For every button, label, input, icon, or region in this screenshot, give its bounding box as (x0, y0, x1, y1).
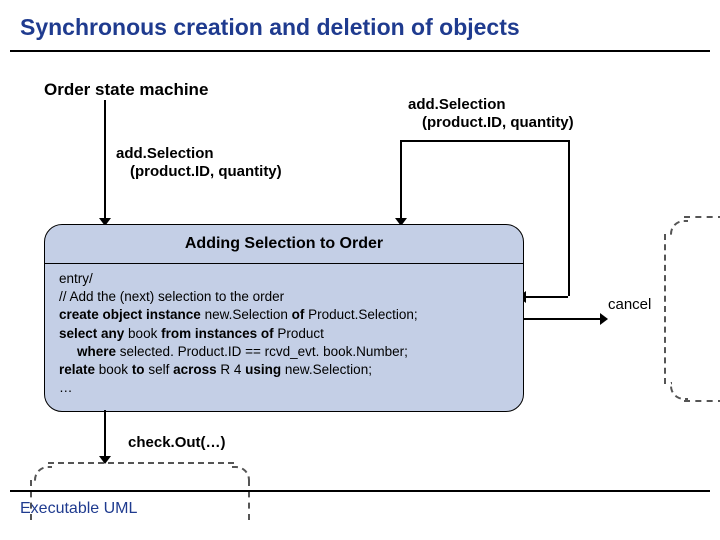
cancel-transition-head (600, 313, 608, 325)
cancel-transition-shaft (524, 318, 604, 320)
page-title: Synchronous creation and deletion of obj… (20, 14, 520, 41)
state-adding-selection: Adding Selection to Order entry/ // Add … (44, 224, 524, 412)
event-right-name: add.Selection (408, 96, 506, 113)
event-left-name: add.Selection (116, 145, 214, 162)
title-divider (10, 50, 710, 52)
event-right: add.Selection (product.ID, quantity) (408, 96, 574, 132)
state-name: Adding Selection to Order (185, 235, 383, 253)
entry-comment: // Add the (next) selection to the order (59, 288, 509, 306)
footer-text: Executable UML (20, 500, 137, 518)
event-left: add.Selection (product.ID, quantity) (116, 145, 282, 181)
incoming-arrow-shaft (104, 100, 106, 224)
entry-line-3: where selected. Product.ID == rcvd_evt. … (59, 343, 509, 361)
entry-ellipsis: … (59, 379, 509, 397)
entry-line-1: create object instance new.Selection of … (59, 306, 509, 324)
event-right-args: (product.ID, quantity) (422, 114, 574, 131)
entry-line-4: relate book to self across R 4 using new… (59, 361, 509, 379)
state-title-bar: Adding Selection to Order (45, 225, 523, 264)
event-left-args: (product.ID, quantity) (130, 163, 282, 180)
target-state-placeholder-right (664, 216, 720, 402)
diagram-subtitle: Order state machine (44, 80, 208, 100)
slide: Synchronous creation and deletion of obj… (0, 0, 720, 540)
checkout-transition-shaft (104, 410, 106, 458)
entry-line-2: select any book from instances of Produc… (59, 325, 509, 343)
cancel-event-label: cancel (608, 296, 651, 313)
checkout-event-label: check.Out(…) (128, 434, 226, 451)
state-entry-action: entry/ // Add the (next) selection to th… (45, 264, 523, 404)
footer-divider (10, 490, 710, 492)
entry-keyword: entry/ (59, 270, 509, 288)
